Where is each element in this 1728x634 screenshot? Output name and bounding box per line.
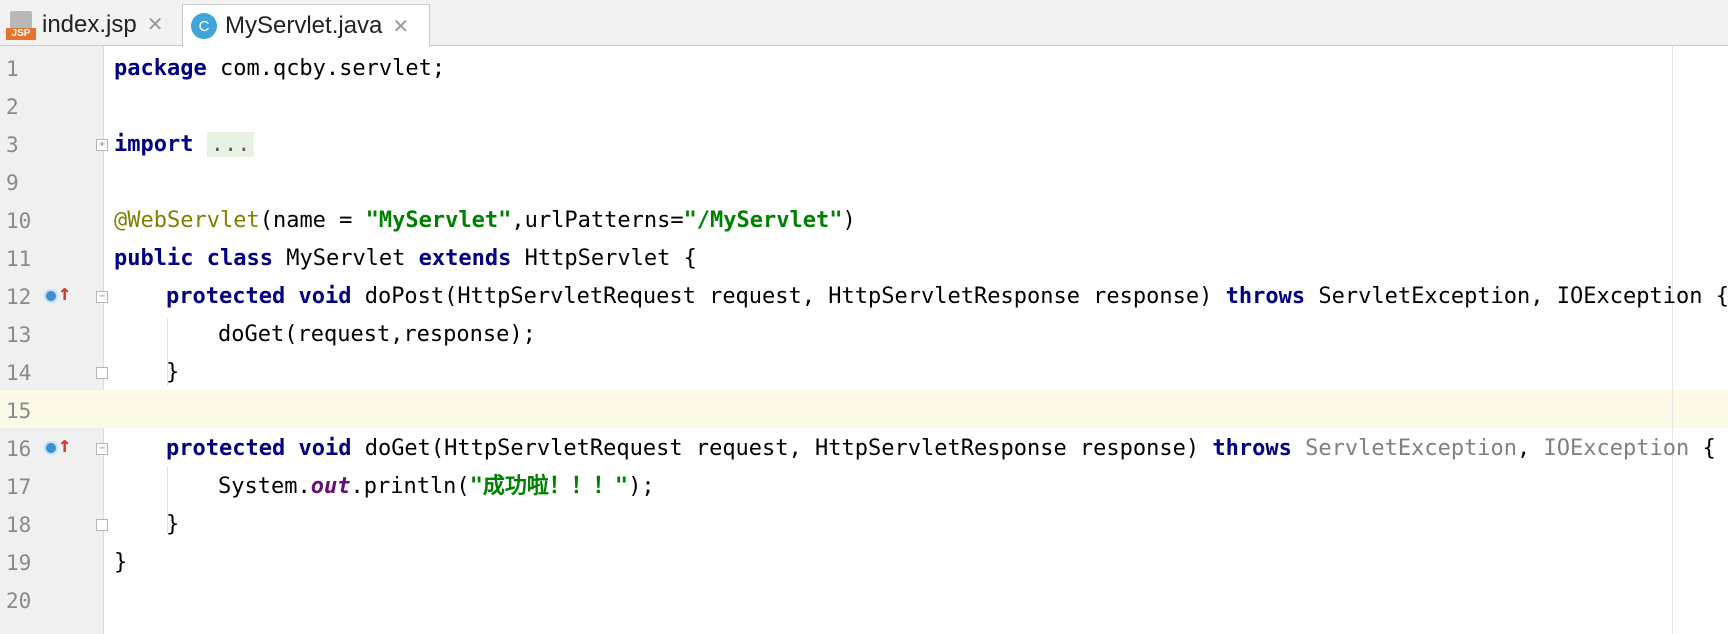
- code-text[interactable]: }: [166, 354, 179, 392]
- code-line: 10 @WebServlet(name = "MyServlet",urlPat…: [0, 202, 1728, 240]
- code-line: 11 public class MyServlet extends HttpSe…: [0, 240, 1728, 278]
- line-number: 17: [6, 475, 32, 499]
- line-number: 20: [6, 589, 32, 613]
- code-line: 13 doGet(request,response);: [0, 316, 1728, 354]
- tab-index-jsp[interactable]: JSP index.jsp ✕: [0, 4, 178, 45]
- line-number: 9: [6, 171, 19, 195]
- code-text[interactable]: protected void doGet(HttpServletRequest …: [166, 430, 1716, 468]
- line-number: 14: [6, 361, 32, 385]
- line-number: 13: [6, 323, 32, 347]
- code-line: 19 }: [0, 544, 1728, 582]
- tab-label: index.jsp: [42, 10, 137, 38]
- tab-myservlet-java[interactable]: C MyServlet.java ✕: [182, 4, 430, 47]
- fold-collapse-icon[interactable]: −: [96, 291, 108, 303]
- jsp-file-icon: JSP: [6, 10, 36, 40]
- code-line: 12 ↑ − protected void doPost(HttpServlet…: [0, 278, 1728, 316]
- code-line: 16 ↑ − protected void doGet(HttpServletR…: [0, 430, 1728, 468]
- line-number: 11: [6, 247, 32, 271]
- code-text[interactable]: import ...: [114, 126, 255, 164]
- code-text[interactable]: }: [114, 544, 127, 582]
- code-text[interactable]: public class MyServlet extends HttpServl…: [114, 240, 697, 278]
- editor-tab-bar: JSP index.jsp ✕ C MyServlet.java ✕: [0, 0, 1728, 47]
- code-text[interactable]: System.out.println("成功啦！！！");: [218, 468, 655, 506]
- folded-imports[interactable]: ...: [206, 132, 255, 157]
- code-line: 14 }: [0, 354, 1728, 392]
- override-method-icon[interactable]: ↑: [44, 433, 71, 461]
- line-number: 12: [6, 285, 32, 309]
- fold-collapse-icon[interactable]: −: [96, 443, 108, 455]
- line-number: 10: [6, 209, 32, 233]
- code-line: 17 System.out.println("成功啦！！！");: [0, 468, 1728, 506]
- line-number: 16: [6, 437, 32, 461]
- line-number: 19: [6, 551, 32, 575]
- code-line-current: 15: [0, 392, 1728, 430]
- code-text[interactable]: protected void doPost(HttpServletRequest…: [166, 278, 1728, 316]
- line-number: 3: [6, 133, 19, 157]
- code-text[interactable]: package com.qcby.servlet;: [114, 50, 445, 88]
- code-line: 9: [0, 164, 1728, 202]
- code-line: 3 + import ...: [0, 126, 1728, 164]
- fold-end-icon[interactable]: [96, 367, 108, 379]
- code-text[interactable]: @WebServlet(name = "MyServlet",urlPatter…: [114, 202, 856, 240]
- tab-label: MyServlet.java: [225, 12, 383, 39]
- code-line: 1 package com.qcby.servlet;: [0, 50, 1728, 88]
- code-text[interactable]: doGet(request,response);: [218, 316, 536, 354]
- code-text[interactable]: }: [166, 506, 179, 544]
- line-number: 1: [6, 57, 19, 81]
- override-method-icon[interactable]: ↑: [44, 281, 71, 309]
- line-number: 15: [6, 399, 32, 423]
- fold-expand-icon[interactable]: +: [96, 139, 108, 151]
- code-line: 2: [0, 88, 1728, 126]
- close-icon[interactable]: ✕: [392, 14, 409, 39]
- close-icon[interactable]: ✕: [147, 12, 164, 37]
- fold-end-icon[interactable]: [96, 519, 108, 531]
- code-line: 18 }: [0, 506, 1728, 544]
- code-line: 20: [0, 582, 1728, 620]
- java-class-icon: C: [191, 13, 217, 39]
- line-number: 18: [6, 513, 32, 537]
- line-number: 2: [6, 95, 19, 119]
